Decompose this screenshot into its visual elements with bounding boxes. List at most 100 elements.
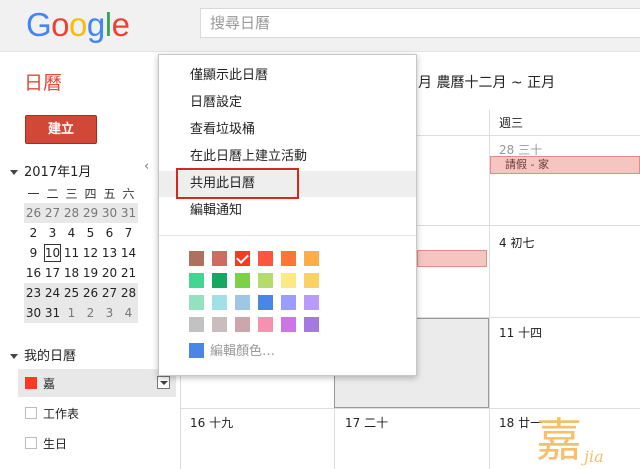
prev-month-button[interactable]: ‹ [144, 159, 149, 174]
color-swatch[interactable] [304, 251, 319, 266]
color-swatch[interactable] [258, 295, 273, 310]
mini-calendar-day[interactable]: 27 [43, 203, 62, 223]
day-cell-label[interactable]: 17 二十 [345, 414, 388, 431]
mini-calendar-day[interactable]: 5 [81, 223, 100, 243]
create-button[interactable]: 建立 [25, 115, 97, 144]
my-calendars-toggle[interactable]: 我的日曆 [10, 345, 76, 364]
color-swatch[interactable] [258, 317, 273, 332]
custom-color-swatch [189, 343, 204, 358]
mini-calendar-day[interactable]: 31 [119, 203, 138, 223]
mini-calendar-day[interactable]: 28 [119, 283, 138, 303]
mini-calendar-day[interactable]: 23 [24, 283, 43, 303]
color-swatch[interactable] [258, 251, 273, 266]
color-swatch[interactable] [281, 273, 296, 288]
grid-line [417, 225, 640, 226]
color-swatch[interactable] [212, 295, 227, 310]
menu-item-create-event[interactable]: 在此日曆上建立活動 [159, 144, 416, 170]
menu-item-view-trash[interactable]: 查看垃圾桶 [159, 117, 416, 143]
mini-calendar-today[interactable]: 10 [43, 243, 62, 263]
color-swatch[interactable] [212, 273, 227, 288]
mini-calendar-day[interactable]: 29 [81, 203, 100, 223]
mini-calendar-day[interactable]: 3 [100, 303, 119, 323]
mini-calendar-day[interactable]: 16 [24, 263, 43, 283]
day-cell-label[interactable]: 16 十九 [190, 414, 233, 431]
color-swatch[interactable] [281, 295, 296, 310]
mini-calendar-day[interactable]: 9 [24, 243, 43, 263]
mini-calendar-day[interactable]: 26 [24, 203, 43, 223]
event-chip[interactable]: 請假 - 家 [490, 156, 640, 174]
color-swatch[interactable] [304, 295, 319, 310]
mini-calendar-day[interactable]: 28 [62, 203, 81, 223]
calendar-name: 嘉 [43, 377, 56, 391]
mini-calendar-day[interactable]: 17 [43, 263, 62, 283]
mini-calendar-day[interactable]: 24 [43, 283, 62, 303]
color-swatch[interactable] [304, 273, 319, 288]
mini-calendar: 一二三四五六 26 27 28 29 30 31 2 3 4 5 6 7 9 10 11 12 13 14 16 17 1… [24, 183, 138, 323]
mini-calendar-day[interactable]: 25 [62, 283, 81, 303]
watermark-logo: 嘉 jia [536, 413, 604, 466]
edit-colors-label: 編輯顏色… [210, 344, 276, 359]
mini-calendar-day[interactable]: 12 [81, 243, 100, 263]
search-input[interactable] [201, 9, 640, 37]
color-swatch[interactable] [235, 251, 250, 266]
color-swatch[interactable] [281, 317, 296, 332]
mini-calendar-day[interactable]: 11 [62, 243, 81, 263]
color-swatch[interactable] [304, 317, 319, 332]
mini-calendar-day[interactable]: 30 [24, 303, 43, 323]
chevron-down-icon [10, 354, 18, 359]
calendar-dropdown-button[interactable] [157, 376, 170, 389]
menu-item-calendar-settings[interactable]: 日曆設定 [159, 90, 416, 116]
mini-calendar-month-label: 2017年1月 [24, 165, 92, 180]
mini-calendar-day[interactable]: 26 [81, 283, 100, 303]
color-swatch[interactable] [189, 295, 204, 310]
menu-divider [159, 235, 416, 236]
mini-calendar-day[interactable]: 20 [100, 263, 119, 283]
watermark-suffix: jia [581, 447, 604, 466]
mini-calendar-month-toggle[interactable]: 2017年1月 [10, 161, 91, 180]
app-title: 日曆 [24, 72, 63, 94]
mini-calendar-day[interactable]: 31 [43, 303, 62, 323]
mini-calendar-day[interactable]: 2 [81, 303, 100, 323]
mini-calendar-day[interactable]: 6 [100, 223, 119, 243]
mini-calendar-day[interactable]: 27 [100, 283, 119, 303]
event-chip[interactable] [417, 250, 487, 267]
color-swatch[interactable] [235, 295, 250, 310]
mini-calendar-day[interactable]: 7 [119, 223, 138, 243]
day-cell-label[interactable]: 4 初七 [499, 234, 534, 251]
mini-calendar-day[interactable]: 2 [24, 223, 43, 243]
color-swatch[interactable] [281, 251, 296, 266]
calendar-item-birthdays[interactable]: 生日 [18, 429, 176, 457]
mini-calendar-day[interactable]: 13 [100, 243, 119, 263]
chevron-down-icon [10, 170, 18, 175]
highlight-annotation-box [176, 168, 299, 199]
search-box[interactable] [200, 8, 640, 38]
color-swatch[interactable] [258, 273, 273, 288]
mini-calendar-day[interactable]: 14 [119, 243, 138, 263]
menu-item-edit-notifications[interactable]: 編輯通知 [159, 198, 416, 224]
mini-calendar-day[interactable]: 21 [119, 263, 138, 283]
calendar-color-swatch [25, 377, 37, 389]
calendar-item-worksheet[interactable]: 工作表 [18, 399, 176, 427]
mini-calendar-day[interactable]: 4 [62, 223, 81, 243]
mini-calendar-day[interactable]: 18 [62, 263, 81, 283]
color-swatch[interactable] [189, 251, 204, 266]
mini-calendar-day[interactable]: 19 [81, 263, 100, 283]
calendar-item-jia[interactable]: 嘉 [18, 369, 176, 397]
menu-item-display-only[interactable]: 僅顯示此日曆 [159, 63, 416, 89]
top-bar: Google [0, 0, 640, 52]
mini-calendar-day[interactable]: 1 [62, 303, 81, 323]
mini-calendar-day[interactable]: 3 [43, 223, 62, 243]
edit-colors-link[interactable]: 編輯顏色… [189, 340, 275, 359]
calendar-checkbox[interactable] [25, 437, 37, 449]
color-swatch[interactable] [235, 317, 250, 332]
color-swatch[interactable] [189, 317, 204, 332]
color-swatch[interactable] [212, 317, 227, 332]
day-cell-label[interactable]: 11 十四 [499, 324, 542, 341]
calendar-checkbox[interactable] [25, 407, 37, 419]
color-swatch[interactable] [189, 273, 204, 288]
color-swatch[interactable] [212, 251, 227, 266]
color-swatch[interactable] [235, 273, 250, 288]
mini-calendar-day[interactable]: 4 [119, 303, 138, 323]
mini-calendar-day[interactable]: 30 [100, 203, 119, 223]
google-logo[interactable]: Google [26, 6, 130, 44]
